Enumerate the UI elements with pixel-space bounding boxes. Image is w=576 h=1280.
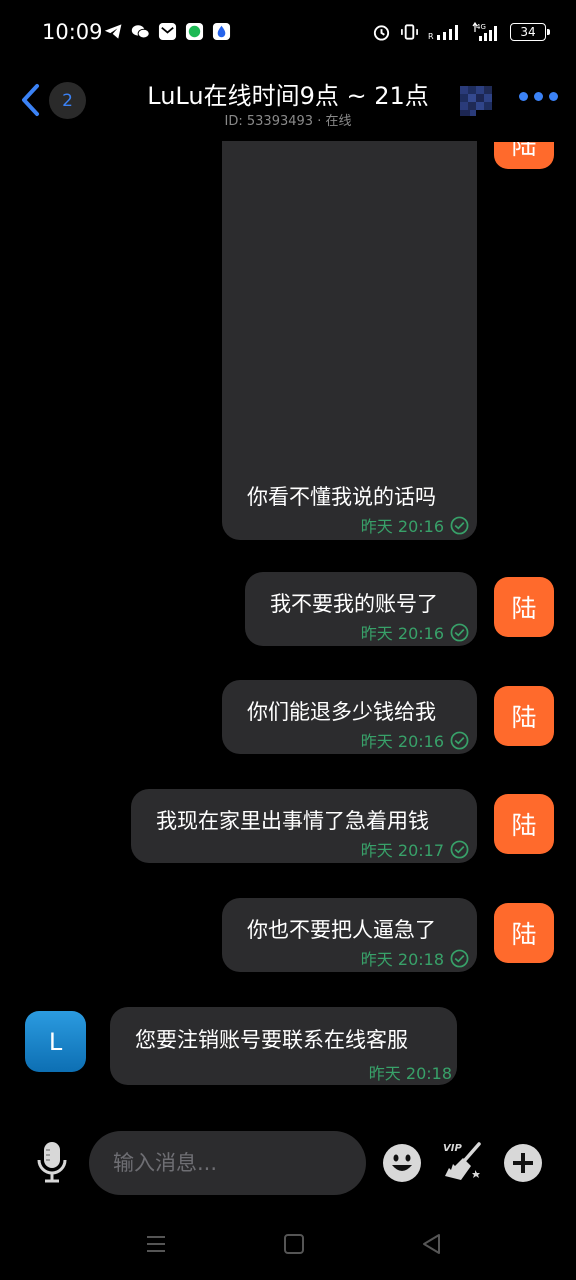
signal-4g-icon: 4G <box>471 21 501 41</box>
svg-text:R: R <box>428 32 434 41</box>
svg-text:4G: 4G <box>476 23 486 31</box>
message-text: 您要注销账号要联系在线客服 <box>135 1028 408 1052</box>
voice-input-button[interactable] <box>34 1140 70 1184</box>
menu-icon <box>147 1236 165 1252</box>
read-check-icon <box>450 731 469 749</box>
pixelated-avatar-icon[interactable] <box>460 86 492 116</box>
battery-indicator: 34 <box>510 22 550 41</box>
message-bubble-6[interactable]: 您要注销账号要联系在线客服 昨天 20:18 <box>110 1007 457 1085</box>
message-meta: 昨天 20:16 <box>361 728 469 752</box>
message-time: 昨天 20:18 <box>368 1064 452 1083</box>
system-nav-bar <box>0 1208 576 1280</box>
message-meta: 昨天 20:16 <box>361 620 469 644</box>
avatar-me[interactable]: 陆 <box>494 577 554 637</box>
telegram-icon <box>104 22 123 41</box>
read-check-icon <box>450 840 469 858</box>
read-check-icon <box>450 516 469 534</box>
microphone-icon <box>37 1142 67 1183</box>
nav-back-button[interactable] <box>420 1232 444 1256</box>
add-attachment-button[interactable] <box>503 1143 543 1183</box>
drop-app-icon <box>212 22 231 41</box>
message-bubble-4[interactable]: 我现在家里出事情了急着用钱 昨天 20:17 <box>131 789 477 863</box>
message-meta: 昨天 20:18 <box>369 1060 452 1084</box>
message-time: 昨天 20:16 <box>360 732 444 751</box>
message-input[interactable] <box>89 1131 366 1195</box>
message-meta: 昨天 20:16 <box>361 513 469 537</box>
back-triangle-icon <box>423 1234 440 1254</box>
emoji-button[interactable] <box>382 1143 422 1183</box>
more-options-button[interactable] <box>519 92 558 101</box>
message-text: 你看不懂我说的话吗 <box>247 485 436 509</box>
read-check-icon <box>450 623 469 641</box>
chat-header: 2 LuLu在线时间9点 ~ 21点 ID: 53393493 · 在线 <box>0 64 576 140</box>
vip-broom-icon: VIP <box>443 1142 481 1180</box>
avatar-me[interactable]: 陆 <box>494 903 554 963</box>
nav-menu-button[interactable] <box>144 1232 168 1256</box>
status-bar: 10:09 R 4G 34 <box>0 0 576 64</box>
smiley-icon <box>383 1144 421 1182</box>
message-time: 昨天 20:17 <box>360 841 444 860</box>
message-bubble-2[interactable]: 我不要我的账号了 昨天 20:16 <box>245 572 477 646</box>
message-text: 你也不要把人逼急了 <box>247 918 436 942</box>
message-time: 昨天 20:18 <box>360 950 444 969</box>
message-bubble-3[interactable]: 你们能退多少钱给我 昨天 20:16 <box>222 680 477 754</box>
message-meta: 昨天 20:17 <box>361 837 469 861</box>
avatar-me[interactable]: 陆 <box>494 686 554 746</box>
vibrate-icon <box>400 22 419 41</box>
signal-r-icon: R <box>428 22 462 41</box>
alarm-icon <box>372 22 391 41</box>
home-square-icon <box>284 1234 304 1254</box>
chat-screen: 10:09 R 4G 34 2 LuLu在线时间9点 ~ 21点 ID: 533… <box>0 0 576 1280</box>
message-time: 昨天 20:16 <box>360 517 444 536</box>
system-status-icons: R 4G 34 <box>372 21 550 41</box>
message-bubble-5[interactable]: 你也不要把人逼急了 昨天 20:18 <box>222 898 477 972</box>
status-time: 10:09 <box>42 20 103 44</box>
message-text: 我不要我的账号了 <box>270 592 438 616</box>
plus-icon <box>504 1144 542 1182</box>
message-text: 我现在家里出事情了急着用钱 <box>156 809 429 833</box>
notification-icons <box>104 22 231 41</box>
vip-sticker-button[interactable]: VIP <box>441 1140 483 1184</box>
message-time: 昨天 20:16 <box>360 624 444 643</box>
spotify-icon <box>185 22 204 41</box>
input-bar: VIP <box>0 1118 576 1208</box>
avatar-me[interactable]: 陆 <box>494 794 554 854</box>
nav-home-button[interactable] <box>282 1232 306 1256</box>
wechat-icon <box>131 22 150 41</box>
message-bubble-1[interactable]: 你看不懂我说的话吗 昨天 20:16 <box>222 141 477 540</box>
svg-text:VIP: VIP <box>443 1143 462 1154</box>
avatar-other[interactable]: L <box>25 1011 86 1072</box>
mail-icon <box>158 22 177 41</box>
message-text: 你们能退多少钱给我 <box>247 700 436 724</box>
message-meta: 昨天 20:18 <box>361 946 469 970</box>
read-check-icon <box>450 949 469 967</box>
